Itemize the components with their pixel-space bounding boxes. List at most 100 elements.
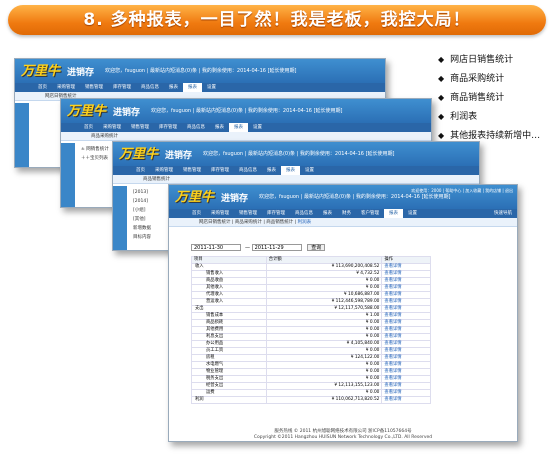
row-detail-link[interactable]: 查看详情 (381, 347, 431, 355)
app-logo: 万里牛 (119, 147, 159, 162)
row-amount: ¥ 0.00 (265, 389, 383, 397)
nav-sales[interactable]: 销售管理 (234, 209, 262, 218)
side-panel (113, 186, 127, 250)
nav-item[interactable]: 设置 (300, 166, 319, 175)
row-amount: ¥ 124,122.00 (265, 354, 383, 362)
row-detail-link[interactable]: 查看详情 (381, 340, 431, 348)
nav-item[interactable]: 首页 (33, 83, 52, 92)
table-row: 利润 ¥ 110,062,713,820.52 查看详情 (191, 396, 431, 404)
tab-goods-sales[interactable]: 商品销售统计 (266, 220, 293, 225)
tab-daily-sales[interactable]: 网店日销售统计 (199, 220, 231, 225)
nav-item[interactable]: 报表 (210, 123, 229, 132)
tree-item[interactable]: 新增数据 (133, 224, 151, 233)
row-detail-link[interactable]: 查看详情 (381, 389, 431, 397)
app-logo: 万里牛 (67, 104, 107, 119)
nav-home[interactable]: 首页 (187, 209, 206, 218)
nav-item[interactable]: 库存管理 (108, 83, 136, 92)
subtab[interactable]: 商品销售统计 (143, 177, 170, 182)
welcome-text: 欢迎您，fsuguon | 最新站内短消息(0)条 | 我的剩余使用：2014-… (203, 151, 395, 157)
tab-profit[interactable]: 利润表 (298, 220, 312, 225)
nav-settings[interactable]: 设置 (403, 209, 422, 218)
profit-table: 项目 合计额 操作 收入 ¥ 113,690,200,408.52 查看详情 销售收入… (191, 256, 431, 404)
nav-item[interactable]: 销售管理 (80, 83, 108, 92)
top-links[interactable]: 欢迎使用：2000 | 帮助中心 | 加入收藏 | 我的店铺 | 退出 (411, 188, 513, 194)
row-item: 其他费用 (191, 326, 267, 334)
quick-nav[interactable]: 快速导航 (489, 209, 517, 218)
nav-goods[interactable]: 商品信息 (290, 209, 318, 218)
table-row: 员工工资 ¥ 0.00 查看详情 (191, 347, 431, 355)
nav-item[interactable]: 设置 (202, 83, 221, 92)
row-detail-link[interactable]: 查看详情 (381, 354, 431, 362)
row-item: 税务支出 (191, 375, 267, 383)
nav-report[interactable]: 报表 (318, 209, 337, 218)
nav-item[interactable]: 采购管理 (150, 166, 178, 175)
row-detail-link[interactable]: 查看详情 (381, 361, 431, 369)
feature-item: 商品销售统计 (438, 88, 540, 107)
nav-item[interactable]: 商品信息 (136, 83, 164, 92)
nav-item[interactable]: 报表 (183, 83, 202, 92)
nav-item[interactable]: 库存管理 (206, 166, 234, 175)
row-detail-link[interactable]: 查看详情 (381, 333, 431, 341)
row-detail-link[interactable]: 查看详情 (381, 298, 431, 306)
col-action: 操作 (381, 256, 431, 264)
banner-title: 8. 多种报表，一目了然！我是老板，我控大局！ (8, 5, 546, 35)
table-row: 房租 ¥ 124,122.00 查看详情 (191, 354, 431, 362)
nav-purchase[interactable]: 采购管理 (206, 209, 234, 218)
row-amount: ¥ 113,690,200,408.52 (265, 263, 383, 271)
tree-item[interactable]: [2013] (133, 188, 151, 197)
nav-report-active[interactable]: 报表 (384, 209, 403, 218)
row-item: 办公用品 (191, 340, 267, 348)
nav-item[interactable]: 设置 (248, 123, 267, 132)
row-detail-link[interactable]: 查看详情 (381, 263, 431, 271)
row-detail-link[interactable]: 查看详情 (381, 284, 431, 292)
row-detail-link[interactable]: 查看详情 (381, 396, 431, 404)
row-detail-link[interactable]: 查看详情 (381, 319, 431, 327)
tab-purchase[interactable]: 商品采购统计 (235, 220, 262, 225)
nav-item[interactable]: 销售管理 (126, 123, 154, 132)
nav-item[interactable]: 采购管理 (52, 83, 80, 92)
nav-stock[interactable]: 库存管理 (262, 209, 290, 218)
nav-item[interactable]: 首页 (79, 123, 98, 132)
nav-item[interactable]: 采购管理 (98, 123, 126, 132)
footer: 服务热线 © 2011 杭州旭聪网络技术有限公司 浙ICP备11057664号 … (169, 429, 517, 441)
nav-item[interactable]: 报表 (281, 166, 300, 175)
nav-finance[interactable]: 财务 (337, 209, 356, 218)
nav-item[interactable]: 报表 (229, 123, 248, 132)
table-row: 销售成本 ¥ 1.00 查看详情 (191, 312, 431, 320)
row-detail-link[interactable]: 查看详情 (381, 312, 431, 320)
row-detail-link[interactable]: 查看详情 (381, 270, 431, 278)
subtab[interactable]: 商品采购统计 (91, 134, 118, 139)
tree-item[interactable]: ＋＋宝贝列表 (81, 154, 109, 163)
row-amount: ¥ 0.00 (265, 277, 383, 285)
tree-item[interactable]: [小组] (133, 206, 151, 215)
nav-customer[interactable]: 客户管理 (356, 209, 384, 218)
tree-item[interactable]: ± 网销售统计 (81, 145, 109, 154)
row-detail-link[interactable]: 查看详情 (381, 382, 431, 390)
row-detail-link[interactable]: 查看详情 (381, 305, 431, 313)
row-item: 收入 (191, 263, 267, 271)
row-item: 商品收益 (191, 277, 267, 285)
footer-line: Copyright ©2011 Hangzhou HUISUN Network … (253, 435, 433, 440)
welcome-text: 欢迎您，fsuguon | 最新站内短消息(0)条 | 我的剩余使用：2014-… (151, 108, 343, 114)
row-detail-link[interactable]: 查看详情 (381, 277, 431, 285)
nav-item[interactable]: 销售管理 (178, 166, 206, 175)
query-button[interactable]: 查询 (307, 244, 326, 251)
tree-item[interactable]: 目标内容 (133, 233, 151, 242)
nav-item[interactable]: 报表 (164, 83, 183, 92)
nav-item[interactable]: 库存管理 (154, 123, 182, 132)
row-detail-link[interactable]: 查看详情 (381, 326, 431, 334)
row-detail-link[interactable]: 查看详情 (381, 375, 431, 383)
nav-item[interactable]: 首页 (131, 166, 150, 175)
date-from-input[interactable]: 2011-11-30 (191, 244, 241, 251)
date-to-input[interactable]: 2011-11-29 (251, 244, 302, 251)
nav-item[interactable]: 报表 (262, 166, 281, 175)
row-detail-link[interactable]: 查看详情 (381, 368, 431, 376)
tree-item[interactable]: [其他] (133, 215, 151, 224)
tree-item[interactable]: [2014] (133, 197, 151, 206)
row-detail-link[interactable]: 查看详情 (381, 291, 431, 299)
row-amount: ¥ 0.00 (265, 284, 383, 292)
nav-item[interactable]: 商品信息 (234, 166, 262, 175)
nav-item[interactable]: 商品信息 (182, 123, 210, 132)
row-amount: ¥ 12,117,570,588.00 (265, 305, 383, 313)
table-row: 销售收入 ¥ 4,732.52 查看详情 (191, 270, 431, 278)
